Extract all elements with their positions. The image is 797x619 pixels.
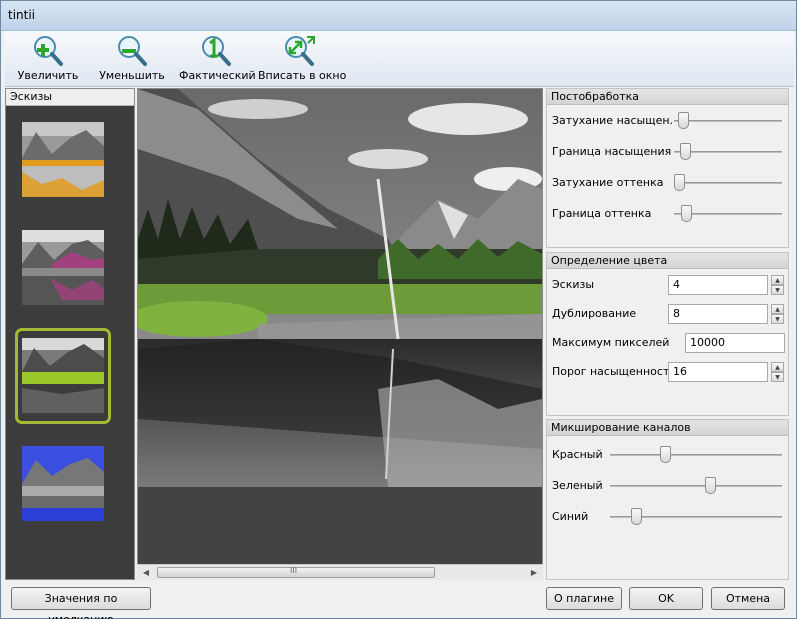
scroll-right-icon[interactable]: ▶ [528, 566, 540, 579]
slider-row: Зеленый [552, 476, 786, 496]
slider-track[interactable] [674, 120, 782, 122]
slider-track[interactable] [610, 485, 782, 487]
field-row-thumbnails: Эскизы 4 ▲ ▼ [552, 275, 786, 295]
thumbnails-panel: Эскизы [5, 88, 135, 580]
actual-size-icon [202, 36, 231, 66]
cancel-button[interactable]: Отмена [711, 587, 785, 610]
zoom-out-icon [118, 36, 147, 66]
slider-label: Зеленый [552, 479, 603, 492]
max-pixels-input[interactable]: 10000 [685, 333, 785, 353]
slider-label: Граница насыщения [552, 145, 672, 158]
slider-label: Затухание насыщен. [552, 114, 674, 127]
fit-window-button[interactable]: Вписать в окно [258, 33, 347, 85]
slider-thumb[interactable] [659, 446, 671, 463]
slider-label: Граница оттенка [552, 207, 652, 220]
slider-label: Красный [552, 448, 603, 461]
zoom-out-label: Уменьшить [99, 69, 165, 82]
color-detection-panel: Определение цвета Эскизы 4 ▲ ▼ Дублирован… [546, 252, 789, 416]
thumbnails-header: Эскизы [6, 89, 134, 106]
zoom-in-button[interactable]: Увеличить [17, 33, 79, 85]
slider-row: Граница насыщения [552, 142, 786, 162]
zoom-out-button[interactable]: Уменьшить [99, 33, 165, 85]
about-button[interactable]: О плагине [546, 587, 622, 610]
thumbnails-count-input[interactable]: 4 [668, 275, 768, 295]
ok-button[interactable]: OK [629, 587, 703, 610]
slider-thumb[interactable] [704, 477, 716, 494]
postprocessing-panel: Постобработка Затухание насыщен. Граница … [546, 88, 789, 248]
postprocessing-header: Постобработка [547, 89, 788, 105]
preview-image [138, 89, 542, 487]
slider-row: Граница оттенка [552, 204, 786, 224]
slider-thumb[interactable] [680, 205, 692, 222]
thumbnail-orange[interactable] [22, 122, 104, 197]
thumbnails-count-spinner[interactable]: ▲ ▼ [771, 275, 784, 295]
horizontal-scrollbar[interactable]: ◀ III ▶ [137, 564, 543, 580]
saturation-threshold-input[interactable]: 16 [668, 362, 768, 382]
field-label: Максимум пикселей [552, 336, 670, 349]
zoom-in-icon [34, 36, 63, 66]
saturation-threshold-spinner[interactable]: ▲ ▼ [771, 362, 784, 382]
image-viewer[interactable] [137, 88, 543, 580]
channel-mixing-header: Микширование каналов [547, 420, 788, 436]
scroll-left-icon[interactable]: ◀ [140, 566, 152, 579]
spin-down-icon[interactable]: ▼ [771, 314, 784, 324]
field-row-max-pixels: Максимум пикселей 10000 [552, 333, 786, 353]
slider-label: Синий [552, 510, 589, 523]
slider-row: Затухание оттенка [552, 173, 786, 193]
zoom-in-label: Увеличить [17, 69, 79, 82]
toolbar: Увеличить Уменьшить Фактический Вписать … [5, 31, 794, 87]
field-label: Порог насыщенности [552, 365, 677, 378]
color-detection-header: Определение цвета [547, 253, 788, 269]
actual-size-button[interactable]: Фактический [179, 33, 256, 85]
fit-window-label: Вписать в окно [258, 69, 347, 82]
slider-track[interactable] [674, 182, 782, 184]
plugin-window: tintii Увеличить Уменьшить Фактический В… [0, 0, 797, 619]
scrollbar-thumb[interactable]: III [157, 566, 435, 578]
slider-row: Синий [552, 507, 786, 527]
slider-thumb[interactable] [630, 508, 642, 525]
window-title: tintii [8, 8, 36, 22]
thumbnail-blue[interactable] [22, 446, 104, 521]
slider-row: Красный [552, 445, 786, 465]
slider-thumb[interactable] [677, 112, 689, 129]
slider-thumb[interactable] [674, 174, 685, 191]
thumbnail-green[interactable] [22, 338, 104, 413]
field-row-saturation-threshold: Порог насыщенности 16 ▲ ▼ [552, 362, 786, 382]
duplication-input[interactable]: 8 [668, 304, 768, 324]
title-bar: tintii [1, 1, 796, 31]
spin-up-icon[interactable]: ▲ [771, 362, 784, 372]
actual-size-label: Фактический [179, 69, 256, 82]
thumbnail-magenta[interactable] [22, 230, 104, 305]
field-label: Эскизы [552, 278, 595, 291]
field-row-duplication: Дублирование 8 ▲ ▼ [552, 304, 786, 324]
defaults-button[interactable]: Значения по умолчанию [11, 587, 151, 619]
slider-label: Затухание оттенка [552, 176, 664, 189]
field-label: Дублирование [552, 307, 637, 320]
spin-down-icon[interactable]: ▼ [771, 285, 784, 295]
slider-row: Затухание насыщен. [552, 111, 786, 131]
spin-up-icon[interactable]: ▲ [771, 275, 784, 285]
fit-window-icon [285, 36, 315, 66]
spin-up-icon[interactable]: ▲ [771, 304, 784, 314]
channel-mixing-panel: Микширование каналов Красный Зеленый Синий [546, 419, 789, 580]
duplication-spinner[interactable]: ▲ ▼ [771, 304, 784, 324]
scrollbar-grip: III [290, 566, 298, 575]
slider-thumb[interactable] [679, 143, 691, 160]
slider-track[interactable] [610, 454, 782, 456]
spin-down-icon[interactable]: ▼ [771, 372, 784, 382]
